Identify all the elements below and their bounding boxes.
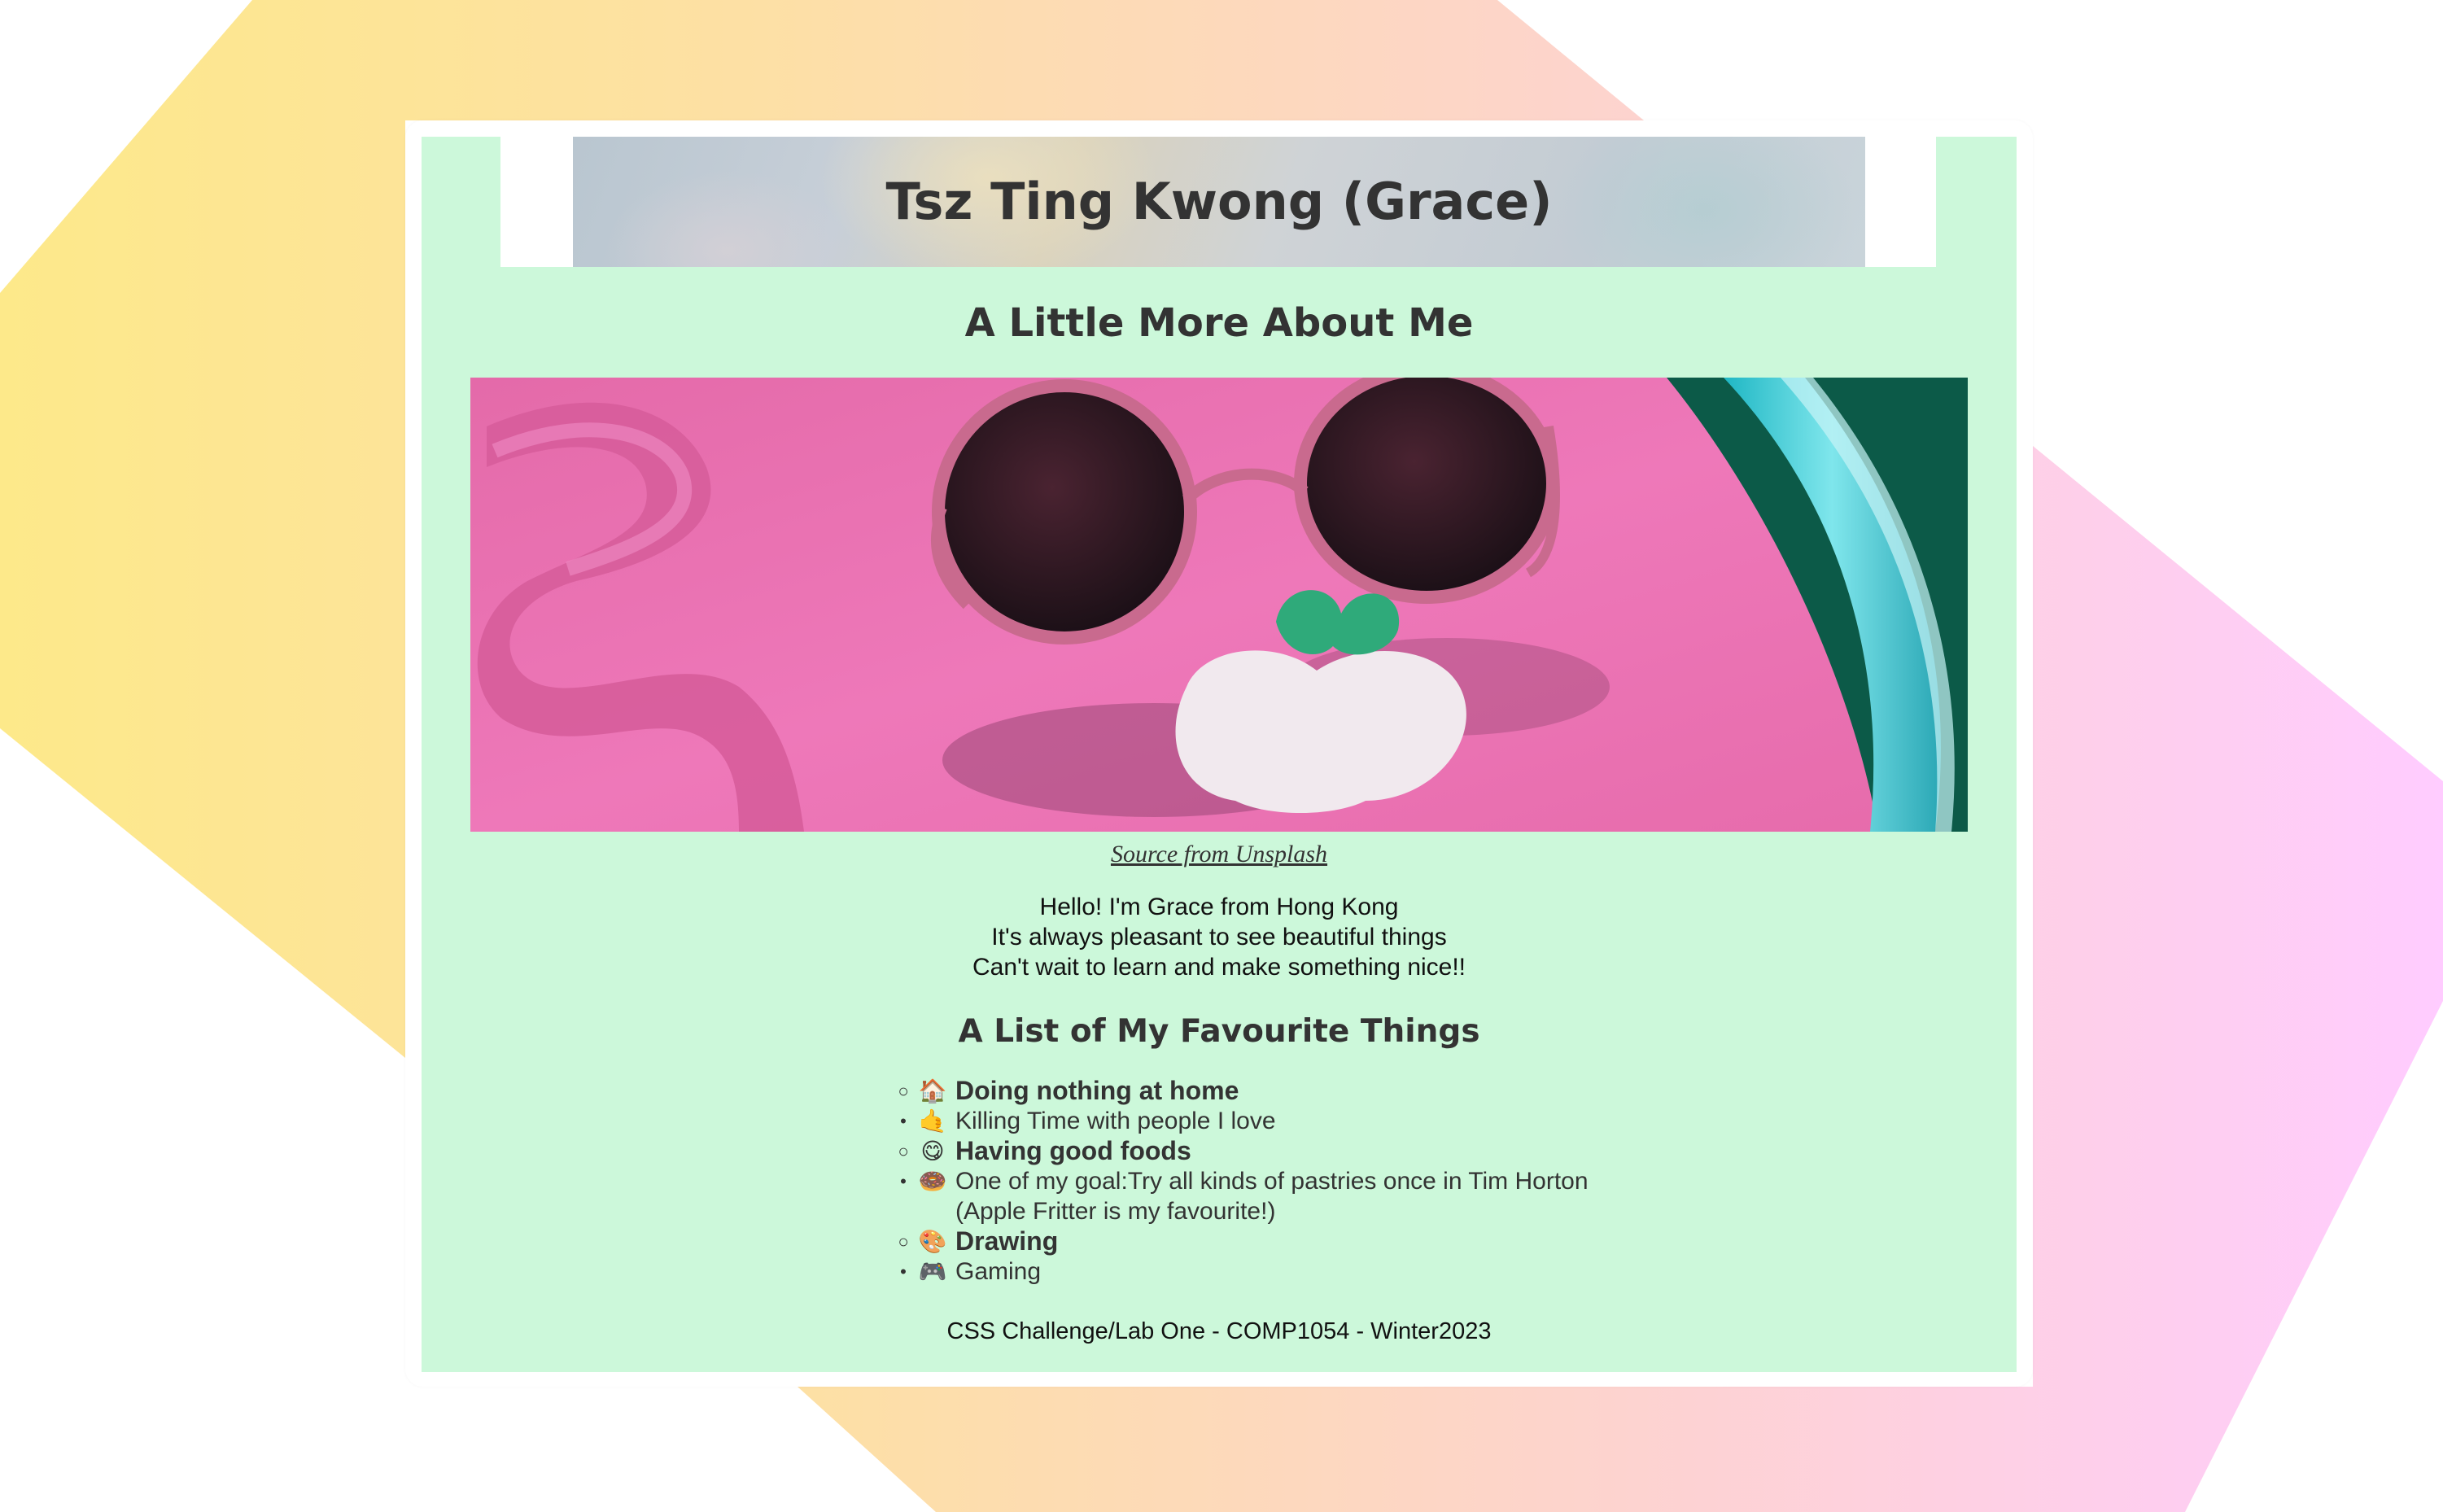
list-item-text: Doing nothing at home xyxy=(955,1076,1239,1105)
list-bullet-icon: • xyxy=(900,1261,907,1282)
intro-line: Can't wait to learn and make something n… xyxy=(972,954,1466,981)
unsplash-source-link[interactable]: Source from Unsplash xyxy=(1111,841,1327,867)
intro-line: Hello! I'm Grace from Hong Kong xyxy=(1039,894,1399,920)
palette-icon: 🎨 xyxy=(918,1228,947,1255)
favourites-heading: A List of My Favourite Things xyxy=(958,1013,1480,1050)
list-item: ○ 🎨 Drawing xyxy=(890,1226,1623,1256)
sunglasses-photo xyxy=(470,378,1968,832)
list-item: ○ 🏠 Doing nothing at home xyxy=(890,1076,1623,1106)
image-caption: Source from Unsplash xyxy=(422,838,2017,871)
list-bullet-icon: ○ xyxy=(898,1081,909,1101)
list-bullet-icon: • xyxy=(900,1111,907,1131)
favourites-list: ○ 🏠 Doing nothing at home • 🤙 Killing Ti… xyxy=(890,1076,1623,1287)
list-bullet-icon: • xyxy=(900,1171,907,1191)
list-bullet-icon: ○ xyxy=(898,1231,909,1252)
list-bullet-icon: ○ xyxy=(898,1141,909,1161)
yummy-face-icon: 😋 xyxy=(920,1138,945,1165)
list-item-text: Having good foods xyxy=(955,1136,1191,1165)
gamepad-icon: 🎮 xyxy=(918,1258,947,1285)
list-item: • 🤙 Killing Time with people I love xyxy=(890,1106,1623,1136)
page-footer: CSS Challenge/Lab One - COMP1054 - Winte… xyxy=(946,1318,1492,1344)
list-item-text: Killing Time with people I love xyxy=(955,1108,1276,1134)
about-heading: A Little More About Me xyxy=(964,300,1474,346)
list-item: • 🎮 Gaming xyxy=(890,1256,1623,1287)
page-title: Tsz Ting Kwong (Grace) xyxy=(885,172,1553,231)
list-item-text: Drawing xyxy=(955,1226,1059,1256)
donut-icon: 🍩 xyxy=(918,1168,947,1195)
house-icon: 🏠 xyxy=(918,1077,947,1104)
intro-line: It's always pleasant to see beautiful th… xyxy=(991,924,1447,950)
hand-icon: 🤙 xyxy=(918,1108,947,1134)
list-item: ○ 😋 Having good foods xyxy=(890,1136,1623,1166)
list-item-text: One of my goal:Try all kinds of pastries… xyxy=(955,1168,1589,1195)
list-item: • 🍩 One of my goal:Try all kinds of past… xyxy=(890,1166,1623,1226)
list-item-text: Gaming xyxy=(955,1258,1042,1285)
list-item-text-continued: (Apple Fritter is my favourite!) xyxy=(955,1198,1276,1225)
intro-text: Hello! I'm Grace from Hong Kong It's alw… xyxy=(422,892,2017,982)
